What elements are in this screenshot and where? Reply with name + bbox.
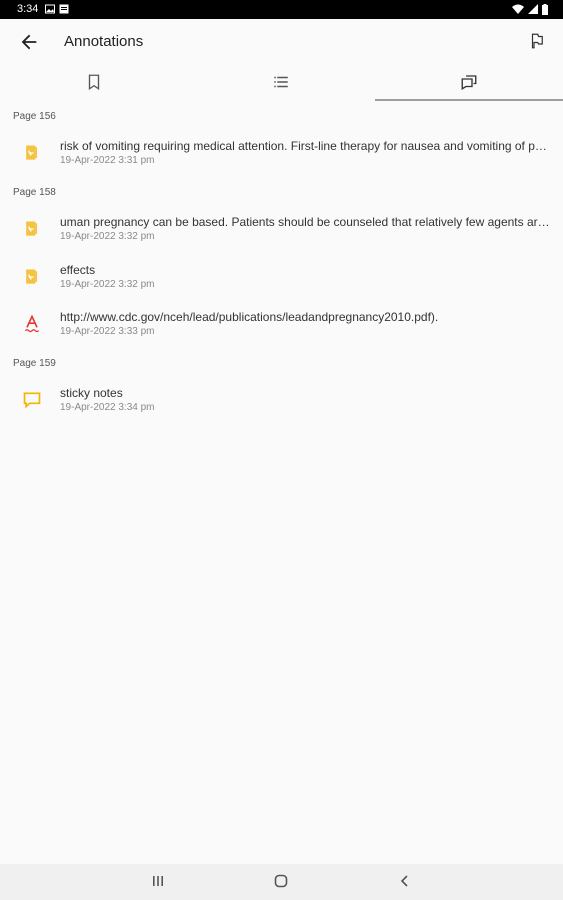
tab-outline[interactable] xyxy=(187,65,374,101)
recent-apps-icon[interactable] xyxy=(151,874,165,888)
annotation-item[interactable]: http://www.cdc.gov/nceh/lead/publication… xyxy=(0,310,563,354)
highlight-icon xyxy=(26,145,37,160)
annotation-date: 19-Apr-2022 3:32 pm xyxy=(60,279,155,290)
group-header-page-158: Page 158 xyxy=(13,187,56,198)
status-bar: 3:34 xyxy=(0,0,563,19)
back-nav-icon[interactable] xyxy=(398,874,412,888)
list-icon xyxy=(273,76,288,88)
bookmark-icon xyxy=(88,74,99,91)
comments-icon xyxy=(461,75,476,90)
app-bar: Annotations xyxy=(0,19,563,65)
group-header-page-159: Page 159 xyxy=(13,358,56,369)
gallery-notification-icon xyxy=(45,4,55,14)
squiggly-underline-icon xyxy=(24,314,40,333)
home-icon[interactable] xyxy=(274,874,288,888)
tab-selected-indicator xyxy=(375,99,563,101)
annotation-date: 19-Apr-2022 3:34 pm xyxy=(60,402,155,413)
annotation-text: sticky notes xyxy=(60,386,123,400)
arrow-left-icon[interactable] xyxy=(18,31,40,53)
annotation-date: 19-Apr-2022 3:31 pm xyxy=(60,155,155,166)
sticky-note-icon xyxy=(23,392,41,409)
annotation-item[interactable]: risk of vomiting requiring medical atten… xyxy=(0,139,563,183)
annotation-item[interactable]: uman pregnancy can be based. Patients sh… xyxy=(0,215,563,259)
flag-icon[interactable] xyxy=(528,32,546,50)
annotation-text: effects xyxy=(60,263,96,277)
annotation-tabs xyxy=(0,65,563,101)
tab-bookmarks[interactable] xyxy=(0,65,187,101)
highlight-icon xyxy=(26,221,37,236)
highlight-icon xyxy=(26,269,37,284)
annotation-item[interactable]: sticky notes 19-Apr-2022 3:34 pm xyxy=(0,386,563,430)
page-title: Annotations xyxy=(64,33,144,50)
signal-icon xyxy=(528,4,538,14)
group-header-page-156: Page 156 xyxy=(13,111,56,122)
annotation-text: uman pregnancy can be based. Patients sh… xyxy=(60,215,550,229)
wifi-icon xyxy=(512,4,524,14)
status-time: 3:34 xyxy=(17,3,39,15)
annotation-date: 19-Apr-2022 3:33 pm xyxy=(60,326,155,337)
annotation-text: risk of vomiting requiring medical atten… xyxy=(60,139,550,153)
tab-annotations[interactable] xyxy=(375,65,562,101)
system-nav-bar xyxy=(0,864,563,900)
annotation-item[interactable]: effects 19-Apr-2022 3:32 pm xyxy=(0,263,563,307)
annotation-text: http://www.cdc.gov/nceh/lead/publication… xyxy=(60,310,439,324)
battery-icon xyxy=(542,4,548,15)
annotation-date: 19-Apr-2022 3:32 pm xyxy=(60,231,155,242)
message-notification-icon xyxy=(59,4,69,14)
